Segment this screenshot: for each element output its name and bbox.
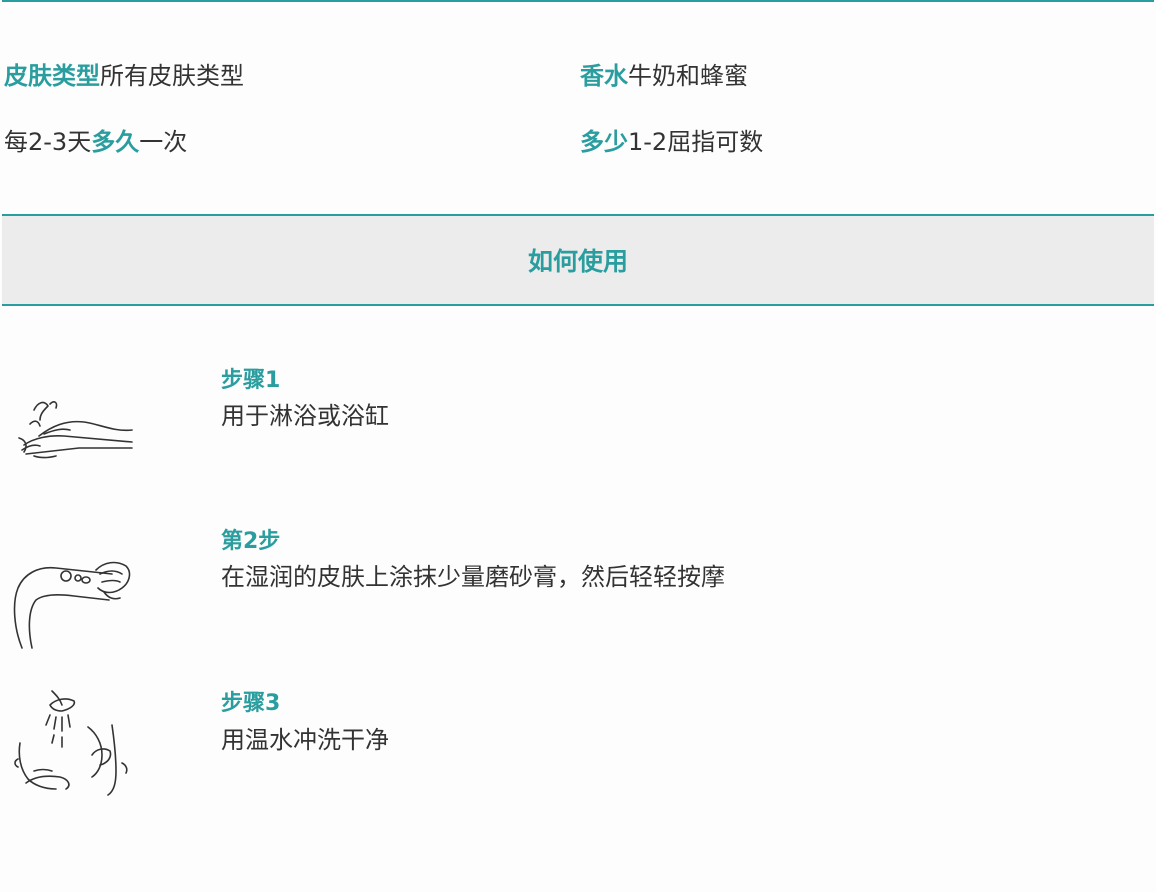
shower-rinse-icon <box>4 685 139 804</box>
arm-massage-icon <box>4 548 139 657</box>
step-1: 步骤1 用于淋浴或浴缸 <box>0 360 1156 480</box>
skin-type-value: 所有皮肤类型 <box>100 62 244 90</box>
hands-water-icon <box>4 390 139 469</box>
step-2-title: 第2步 <box>221 529 281 554</box>
fragrance-row: 香水牛奶和蜂蜜 <box>580 61 748 91</box>
step-1-text: 用于淋浴或浴缸 <box>221 402 389 430</box>
amount-label: 多少 <box>580 128 628 156</box>
skin-type-row: 皮肤类型所有皮肤类型 <box>4 61 244 91</box>
frequency-label: 多久 <box>91 128 140 156</box>
amount-row: 多少1-2屈指可数 <box>580 127 763 157</box>
amount-value: 1-2屈指可数 <box>628 128 764 156</box>
how-to-use-header: 如何使用 <box>2 216 1154 304</box>
step-3-title: 步骤3 <box>221 691 281 716</box>
step-2-text: 在湿润的皮肤上涂抹少量磨砂膏，然后轻轻按摩 <box>221 563 725 591</box>
step-2: 第2步 在湿润的皮肤上涂抹少量磨砂膏，然后轻轻按摩 <box>0 520 1156 660</box>
step-1-title: 步骤1 <box>221 368 281 393</box>
step-3-text: 用温水冲洗干净 <box>221 726 389 754</box>
frequency-row: 每2-3天多久一次 <box>4 127 187 157</box>
section-title: 如何使用 <box>527 247 628 276</box>
skin-type-label: 皮肤类型 <box>4 62 100 90</box>
fragrance-label: 香水 <box>580 62 628 90</box>
step-3: 步骤3 用温水冲洗干净 <box>0 685 1156 805</box>
top-divider <box>2 0 1154 2</box>
frequency-prefix: 每2-3天 <box>4 128 92 156</box>
frequency-suffix: 一次 <box>139 128 188 156</box>
fragrance-value: 牛奶和蜂蜜 <box>628 62 748 90</box>
section-bottom-divider <box>2 304 1154 306</box>
